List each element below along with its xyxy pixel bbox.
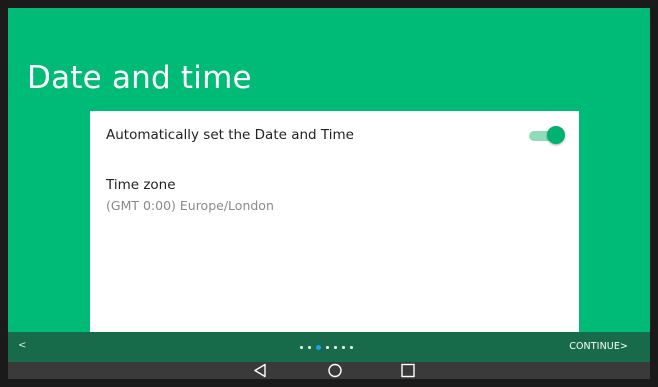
page-indicator — [300, 344, 353, 350]
page-dot — [326, 345, 329, 349]
auto-datetime-label: Automatically set the Date and Time — [106, 127, 354, 143]
auto-datetime-toggle[interactable] — [529, 126, 565, 146]
timezone-value: (GMT 0:00) Europe/London — [106, 198, 274, 213]
triangle-back-icon — [254, 363, 266, 378]
square-recents-icon — [401, 363, 415, 378]
system-nav-bar — [8, 362, 650, 379]
page-dot — [334, 345, 337, 349]
auto-datetime-row[interactable]: Automatically set the Date and Time — [106, 125, 565, 149]
page-dot-active — [316, 344, 321, 350]
page-dot — [350, 345, 353, 349]
nav-back-button[interactable] — [245, 362, 275, 379]
continue-button[interactable]: CONTINUE> — [569, 341, 628, 352]
page-dot — [308, 345, 311, 349]
circle-home-icon — [328, 363, 342, 378]
back-button[interactable]: < — [18, 340, 26, 351]
setup-footer: < CONTINUE> — [8, 332, 650, 362]
settings-card: Automatically set the Date and Time Time… — [90, 111, 579, 333]
timezone-row[interactable]: Time zone (GMT 0:00) Europe/London — [106, 177, 565, 217]
page-title: Date and time — [27, 60, 252, 96]
toggle-thumb — [547, 126, 565, 144]
nav-home-button[interactable] — [320, 362, 350, 379]
nav-recents-button[interactable] — [393, 362, 423, 379]
page-dot — [342, 345, 345, 349]
page-dot — [300, 345, 303, 349]
setup-screen: Date and time Automatically set the Date… — [8, 8, 650, 379]
timezone-label: Time zone — [106, 177, 176, 193]
